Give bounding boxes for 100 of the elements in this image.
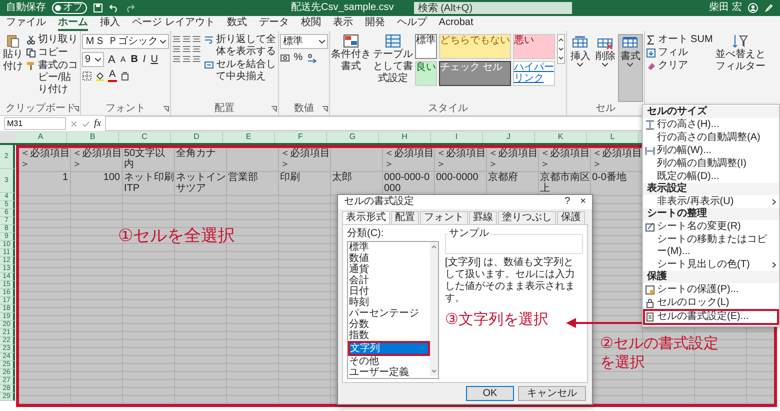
dialog-launcher-icon[interactable] [270, 106, 277, 112]
category-item[interactable]: パーセンテージ [348, 308, 430, 319]
category-item[interactable]: 日付 [348, 286, 430, 297]
ribbon-tab[interactable]: ファイル [6, 17, 46, 31]
column-header[interactable]: K [535, 132, 587, 143]
column-header[interactable]: C [119, 132, 171, 143]
cut-button[interactable]: 切り取り [26, 34, 79, 46]
undo-icon[interactable] [109, 3, 119, 13]
search-field[interactable]: 検索 (Alt+Q) [414, 2, 572, 14]
dialog-tab[interactable]: 罫線 [469, 211, 497, 224]
column-header[interactable]: H [379, 132, 431, 143]
autosave-toggle[interactable]: オフ [52, 2, 87, 14]
dialog-tab[interactable]: フォント [420, 211, 468, 224]
help-button[interactable]: ? [564, 196, 570, 208]
column-header[interactable]: E [223, 132, 275, 143]
font-size-dropdown[interactable]: 9 [82, 52, 104, 67]
cells-button[interactable]: 書式 [618, 34, 643, 102]
ribbon-tab[interactable]: 表示 [332, 17, 353, 31]
column-header[interactable]: A [15, 132, 67, 143]
category-item[interactable]: 時刻 [348, 297, 430, 308]
dialog-tab[interactable]: 配置 [391, 211, 419, 224]
category-item[interactable]: 指数 [348, 330, 430, 341]
borders-icon[interactable] [82, 71, 92, 81]
cell-style-swatch[interactable]: 悪い [512, 34, 555, 59]
menu-item[interactable]: セルの書式設定(E)... [643, 309, 779, 325]
italic-button[interactable]: I [142, 54, 147, 66]
autosum-button[interactable]: オート SUM [646, 34, 713, 46]
number-format-dropdown[interactable]: 標準 [280, 34, 328, 49]
menu-item[interactable]: 列の幅の自動調整(I) [643, 157, 779, 170]
ribbon-tab[interactable]: 開発 [364, 17, 385, 31]
ribbon-tab[interactable]: ヘルプ [396, 17, 427, 31]
category-item[interactable]: 通貨 [348, 264, 430, 275]
menu-item[interactable]: 行の高さの自動調整(A) [643, 131, 779, 144]
ribbon-tab[interactable]: 挿入 [100, 17, 120, 31]
column-header[interactable]: L [587, 132, 639, 143]
alignment-icons-drawing[interactable] [172, 34, 202, 64]
menu-item[interactable]: シートの移動またはコピー(M)... [643, 233, 779, 258]
menu-item[interactable]: シート見出しの色(T) [643, 258, 779, 271]
category-item[interactable]: 数値 [348, 253, 430, 264]
dialog-launcher-icon[interactable] [73, 106, 79, 112]
dialog-tab[interactable]: 保護 [557, 211, 585, 224]
column-header[interactable]: I [431, 132, 483, 143]
fill-color-icon[interactable] [95, 71, 105, 81]
column-header[interactable]: B [67, 132, 119, 143]
format-as-table-button[interactable]: テーブルとして書式設定 [372, 34, 413, 102]
cell-style-swatch[interactable]: 標準 [414, 34, 437, 59]
dialog-launcher-icon[interactable] [162, 106, 169, 112]
font-name-dropdown[interactable]: ＭＳ Ｐゴシック [82, 34, 169, 49]
bold-button[interactable]: B [130, 54, 139, 66]
decrease-font-size-button[interactable]: A [119, 54, 127, 66]
ribbon-tab[interactable]: データ [258, 17, 289, 31]
merge-center-button[interactable]: セルを結合して中央揃え [204, 59, 277, 83]
ribbon-tab[interactable]: 校閲 [300, 17, 321, 31]
cells-button[interactable]: 削除 [592, 34, 618, 102]
cell-style-swatch[interactable]: どちらでもない [438, 34, 511, 59]
fill-button[interactable]: フィル [646, 47, 713, 59]
wrap-text-button[interactable]: 折り返して全体を表示する [204, 34, 277, 58]
dialog-launcher-icon[interactable] [322, 106, 328, 112]
category-item[interactable]: ユーザー定義 [348, 367, 430, 378]
column-header[interactable]: F [275, 132, 327, 143]
menu-item[interactable]: シート名の変更(R) [643, 220, 779, 233]
name-box[interactable]: M31 [4, 117, 66, 130]
menu-item[interactable]: 行の高さ(H)... [643, 118, 779, 131]
category-item[interactable]: その他 [348, 356, 430, 367]
category-item[interactable]: 会計 [348, 275, 430, 286]
check-icon[interactable] [82, 120, 90, 128]
ribbon-tab[interactable]: ページ レイアウト [132, 17, 215, 31]
phonetic-guide-icon[interactable] [120, 71, 130, 81]
menu-item[interactable]: シートの保護(P)... [643, 283, 779, 296]
column-header[interactable]: G [327, 132, 379, 143]
gallery-scroll-icon[interactable] [556, 34, 565, 64]
underline-button[interactable]: U [150, 54, 159, 66]
insert-function-button[interactable]: fx [94, 118, 102, 130]
increase-font-size-button[interactable]: A [107, 54, 116, 66]
cancel-icon[interactable] [70, 120, 78, 128]
ribbon-tab[interactable]: Acrobat [438, 17, 474, 31]
paste-button[interactable]: 貼り付け [2, 34, 24, 102]
menu-item[interactable]: 既定の幅(D)... [643, 170, 779, 183]
menu-item[interactable]: 非表示/再表示(U) [643, 195, 779, 208]
dialog-tab[interactable]: 塗りつぶし [498, 211, 556, 224]
dialog-tab[interactable]: 表示形式 [342, 211, 390, 224]
scrollbar-icon[interactable] [430, 242, 438, 376]
dialog-button[interactable]: キャンセル [518, 386, 586, 401]
conditional-formatting-button[interactable]: 条件付き書式 [330, 34, 371, 102]
save-icon[interactable] [93, 3, 103, 13]
currency-icon[interactable] [280, 53, 290, 63]
close-button[interactable]: × [580, 196, 586, 208]
column-header[interactable]: D [171, 132, 223, 143]
avatar-icon[interactable] [748, 3, 758, 13]
copy-button[interactable]: コピー [26, 47, 79, 59]
category-item[interactable]: 標準 [348, 242, 430, 253]
menu-item[interactable]: セルのロック(L) [643, 296, 779, 309]
percent-button[interactable]: % [292, 52, 304, 64]
pen-icon[interactable] [764, 3, 774, 13]
cell-style-swatch[interactable]: 良い [414, 61, 437, 86]
dialog-button[interactable]: OK [466, 386, 514, 401]
menu-item[interactable]: 列の幅(W)... [643, 144, 779, 157]
cell-style-swatch[interactable]: ハイパーリンク [512, 61, 555, 86]
ribbon-tab[interactable]: 数式 [226, 17, 247, 31]
column-header[interactable]: J [483, 132, 535, 143]
